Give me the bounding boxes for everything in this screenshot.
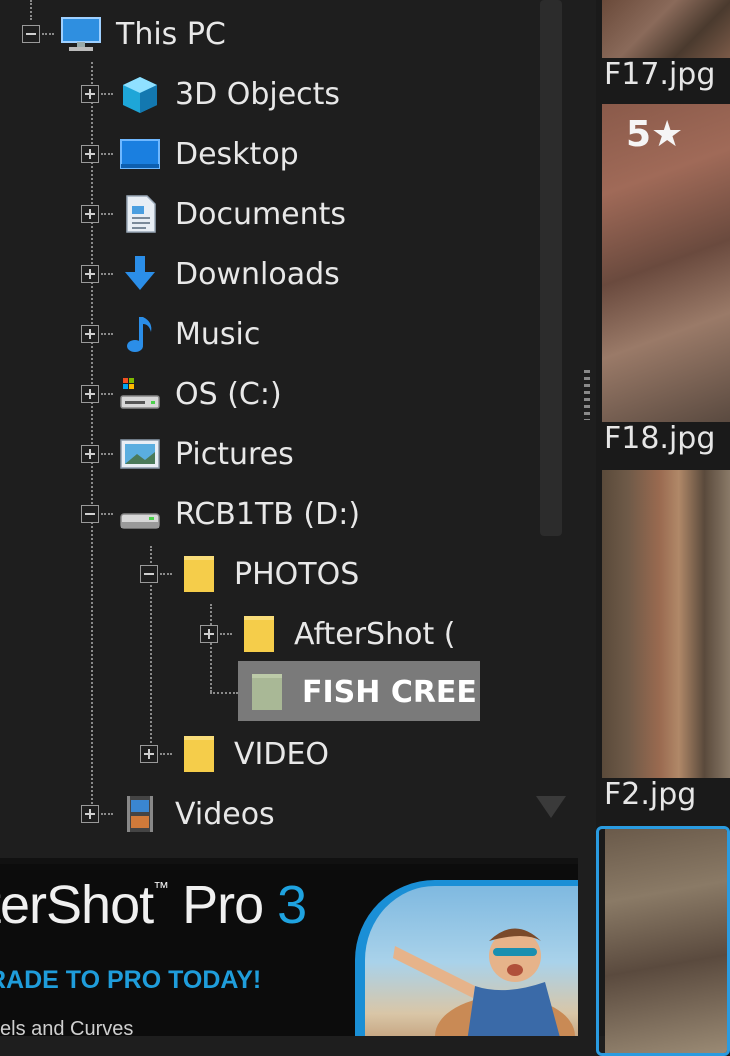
thumbnail-image [602,470,730,778]
tree-item-desktop[interactable]: Desktop [81,132,299,176]
tree-connector [101,273,113,275]
thumbnail-caption: F17.jpg [604,57,716,92]
tree-item-label: RCB1TB (D:) [175,496,361,532]
tree-item-3d-objects[interactable]: 3D Objects [81,72,340,116]
tree-item-music[interactable]: Music [81,312,260,356]
expand-toggle-icon[interactable] [81,85,99,103]
tree-item-video[interactable]: VIDEO [140,732,329,776]
banner-subtitle: RADE TO PRO TODAY! [0,966,262,994]
tree-connector [160,753,172,755]
expand-toggle-icon[interactable] [81,385,99,403]
tree-item-aftershot[interactable]: AfterShot ( [200,612,455,656]
banner-small-text: vels and Curves [0,1018,134,1036]
expand-toggle-icon[interactable] [81,805,99,823]
expand-toggle-icon[interactable] [81,205,99,223]
tree-item-label: OS (C:) [175,376,282,412]
thumbnail-caption: F18.jpg [604,421,716,456]
tree-item-label: FISH CREE [302,674,477,710]
downloads-icon [119,254,161,294]
banner-title-pro: Pro [168,875,278,935]
thumbnail-strip: F17.jpg 5★ F18.jpg F2.jpg [596,0,730,1056]
documents-icon [119,194,161,234]
tree-item-os-c[interactable]: OS (C:) [81,372,282,416]
expand-toggle-icon[interactable] [200,625,218,643]
tree-item-label: This PC [116,16,226,52]
tree-connector [101,93,113,95]
tree-item-this-pc[interactable]: This PC [22,12,226,56]
tree-item-label: Documents [175,196,347,232]
splitter-grip-icon[interactable] [584,370,590,420]
drive-icon [119,494,161,534]
tree-connector [210,692,238,694]
thumbnail-image [605,829,727,1053]
tree-connector [101,513,113,515]
tree-item-label: 3D Objects [175,76,341,112]
tree-item-videos[interactable]: Videos [81,792,275,836]
tree-connector [160,573,172,575]
tree-item-documents[interactable]: Documents [81,192,346,236]
expand-toggle-icon[interactable] [81,265,99,283]
expand-toggle-icon[interactable] [81,445,99,463]
folder-icon [246,672,288,712]
tree-item-label: AfterShot ( [294,616,456,652]
os-drive-icon [119,374,161,414]
thumbnail-image [602,0,730,58]
tree-connector [220,633,232,635]
folder-icon [178,554,220,594]
tree-item-label: Desktop [175,136,299,172]
tree-item-fish-creek[interactable]: FISH CREE [238,670,477,714]
tree-item-label: PHOTOS [234,556,360,592]
tree-connector [101,393,113,395]
scroll-down-arrow-icon[interactable] [536,796,566,818]
tree-item-rcb1tb-d[interactable]: RCB1TB (D:) [81,492,360,536]
music-icon [119,314,161,354]
tree-scrollbar-thumb[interactable] [540,0,562,536]
expand-toggle-icon[interactable] [81,145,99,163]
tree-connector [101,213,113,215]
expand-toggle-icon[interactable] [140,745,158,763]
banner-title: terShot™ Pro 3 [0,874,307,936]
tree-connector [101,813,113,815]
tree-item-label: Downloads [175,256,340,292]
thumbnail-f17[interactable]: F17.jpg [596,0,730,96]
collapse-toggle-icon[interactable] [140,565,158,583]
tree-item-label: VIDEO [234,736,330,772]
3d-objects-icon [119,74,161,114]
tree-item-label: Videos [175,796,275,832]
expand-toggle-icon[interactable] [81,325,99,343]
thumbnail-f18[interactable]: 5★ F18.jpg [596,104,730,460]
tree-item-pictures[interactable]: Pictures [81,432,294,476]
videos-icon [119,794,161,834]
desktop-icon [119,134,161,174]
rating-badge: 5★ [626,114,684,155]
collapse-toggle-icon[interactable] [81,505,99,523]
trademark-mark: ™ [153,880,169,897]
folder-icon [178,734,220,774]
thumbnail-f2[interactable]: F2.jpg [596,470,730,816]
pictures-icon [119,434,161,474]
banner-photo [355,880,578,1036]
monitor-icon [60,14,102,54]
banner-version: 3 [277,875,307,935]
tree-item-photos[interactable]: PHOTOS [140,552,359,596]
upgrade-banner[interactable]: terShot™ Pro 3 RADE TO PRO TODAY! vels a… [0,864,578,1036]
tree-item-label: Music [175,316,261,352]
tree-connector [101,333,113,335]
collapse-toggle-icon[interactable] [22,25,40,43]
tree-item-downloads[interactable]: Downloads [81,252,340,296]
thumbnail-caption: F2.jpg [604,777,697,812]
tree-connector [101,453,113,455]
banner-title-main: terShot [0,875,154,935]
folder-icon [238,614,280,654]
thumbnail-selected[interactable] [596,826,730,1056]
tree-item-label: Pictures [175,436,294,472]
folder-tree-panel: This PC 3D Objects Desktop Documents Dow… [0,0,578,858]
tree-connector [101,153,113,155]
tree-connector [42,33,54,35]
